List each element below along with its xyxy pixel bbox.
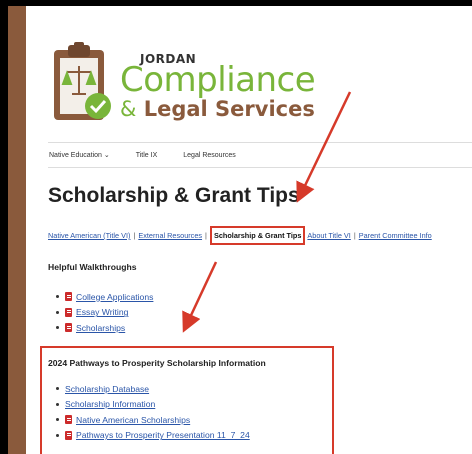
bullet <box>56 310 59 314</box>
bullet <box>56 295 59 299</box>
pathways-heading: 2024 Pathways to Prosperity Scholarship … <box>48 358 266 368</box>
link-scholarship-information[interactable]: Scholarship Information <box>65 399 155 409</box>
logo-text-compliance: Compliance <box>120 60 316 100</box>
list-item: Essay Writing <box>56 305 153 321</box>
bullet <box>56 387 59 391</box>
link-native-american-scholarships[interactable]: Native American Scholarships <box>76 415 190 425</box>
side-strip <box>8 6 26 454</box>
link-scholarship-grant-tips-active[interactable]: Scholarship & Grant Tips <box>209 226 306 245</box>
pathways-list: Scholarship Database Scholarship Informa… <box>56 381 250 443</box>
bullet <box>56 418 59 422</box>
main-nav: Native Education ⌄ Title IX Legal Resour… <box>48 142 472 168</box>
link-essay-writing[interactable]: Essay Writing <box>76 307 128 317</box>
bullet <box>56 402 59 406</box>
nav-item-legal-resources[interactable]: Legal Resources <box>183 152 236 159</box>
bullet <box>56 433 59 437</box>
logo-subtitle: Legal Services <box>143 97 315 121</box>
link-college-applications[interactable]: College Applications <box>76 292 153 302</box>
list-item: Pathways to Prosperity Presentation 11_7… <box>56 428 250 444</box>
list-item: Native American Scholarships <box>56 412 250 428</box>
page-title: Scholarship & Grant Tips <box>48 184 300 207</box>
logo-ampersand: & <box>120 97 137 121</box>
page: JORDAN Compliance & Legal Services Nativ… <box>26 6 472 454</box>
nav-item-native-education[interactable]: Native Education ⌄ <box>49 151 110 159</box>
section-links: Native American (Title VI) | External Re… <box>48 226 432 245</box>
link-native-american-title-vi[interactable]: Native American (Title VI) <box>48 231 130 240</box>
separator: | <box>205 231 207 240</box>
list-item: Scholarship Database <box>56 381 250 397</box>
checkmark-icon <box>85 93 111 119</box>
logo-text-legal-services: & Legal Services <box>120 97 315 121</box>
bullet <box>56 326 59 330</box>
clipboard-icon <box>54 42 111 120</box>
list-item: Scholarship Information <box>56 397 250 413</box>
site-logo[interactable]: JORDAN Compliance & Legal Services <box>52 38 322 134</box>
pdf-icon <box>65 323 72 333</box>
link-scholarships[interactable]: Scholarships <box>76 323 125 333</box>
link-about-title-vi[interactable]: About Title VI <box>307 231 350 240</box>
list-item: Scholarships <box>56 320 153 336</box>
pdf-icon <box>65 307 72 317</box>
nav-item-title-ix[interactable]: Title IX <box>136 152 158 159</box>
pdf-icon <box>65 430 72 440</box>
separator: | <box>133 231 136 240</box>
walkthroughs-list: College Applications Essay Writing Schol… <box>56 289 153 336</box>
link-parent-committee-info[interactable]: Parent Committee Info <box>359 231 432 240</box>
pdf-icon <box>65 292 72 302</box>
list-item: College Applications <box>56 289 153 305</box>
pdf-icon <box>65 415 72 425</box>
separator: | <box>353 231 356 240</box>
link-external-resources[interactable]: External Resources <box>138 231 202 240</box>
walkthroughs-heading: Helpful Walkthroughs <box>48 262 137 272</box>
link-pathways-presentation[interactable]: Pathways to Prosperity Presentation 11_7… <box>76 430 250 440</box>
link-scholarship-database[interactable]: Scholarship Database <box>65 384 149 394</box>
